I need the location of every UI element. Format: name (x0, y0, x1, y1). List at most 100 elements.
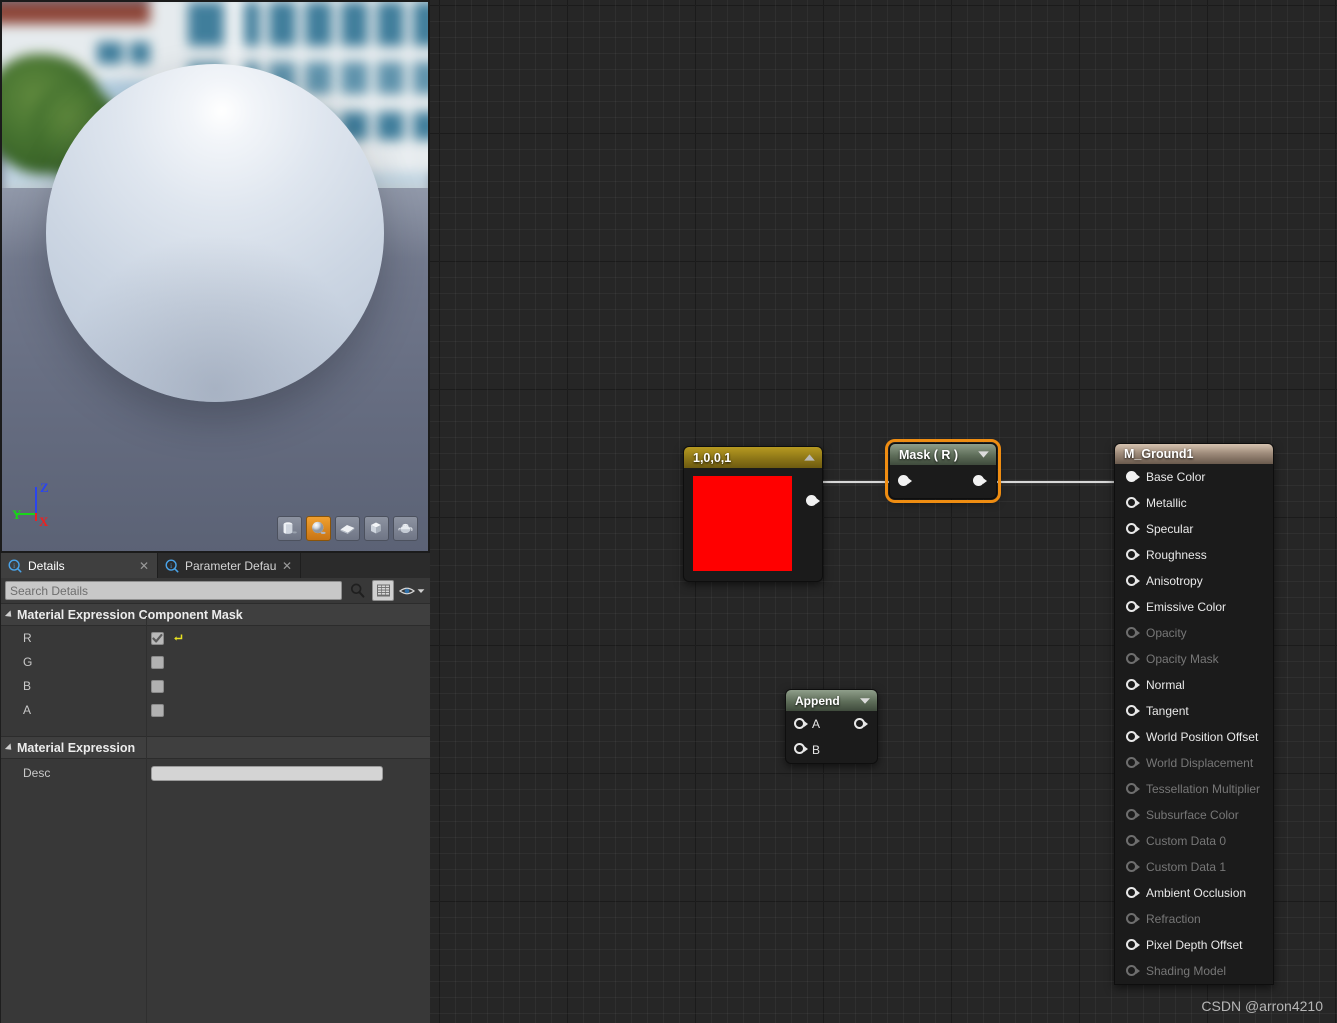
material-pin-tessellation-multiplier[interactable]: Tessellation Multiplier (1115, 776, 1273, 802)
material-pin-normal[interactable]: Normal (1115, 672, 1273, 698)
property-label-a: A (23, 703, 32, 717)
node-mask-title: Mask ( R ) (899, 447, 959, 462)
collapse-triangle-icon (4, 609, 15, 620)
chevron-down-icon[interactable] (859, 697, 871, 705)
details-tab-strip[interactable]: i Details ✕ i Parameter Defaults ✕ (1, 553, 430, 578)
tab-parameter-defaults-close-icon[interactable]: ✕ (282, 559, 292, 573)
node-append[interactable]: Append A B (785, 689, 878, 764)
mask-input-pin[interactable] (898, 475, 912, 488)
cylinder-shape-button[interactable] (277, 516, 302, 541)
input-pin[interactable] (1126, 574, 1140, 588)
cube-icon (371, 522, 381, 534)
append-row-b[interactable]: B (786, 737, 877, 763)
input-pin[interactable] (1126, 652, 1140, 666)
teapot-shape-button[interactable] (393, 516, 418, 541)
details-info-icon: i (8, 559, 22, 572)
search-details-input[interactable]: Search Details (5, 581, 342, 600)
material-pin-metallic[interactable]: Metallic (1115, 490, 1273, 516)
material-pin-refraction[interactable]: Refraction (1115, 906, 1273, 932)
tab-details-close-icon[interactable]: ✕ (139, 559, 149, 573)
svg-text:i: i (13, 561, 15, 569)
append-input-pin-a[interactable] (794, 718, 808, 731)
input-pin[interactable] (1126, 964, 1140, 978)
material-pin-custom-data-1[interactable]: Custom Data 1 (1115, 854, 1273, 880)
material-pin-emissive-color[interactable]: Emissive Color (1115, 594, 1273, 620)
desc-input[interactable] (151, 765, 383, 781)
tab-parameter-defaults[interactable]: i Parameter Defaults ✕ (158, 553, 301, 578)
node-material-output[interactable]: M_Ground1 Base Color Metallic Specular Roug… (1114, 443, 1274, 985)
search-icon-button[interactable] (346, 580, 368, 601)
input-pin[interactable] (1126, 522, 1140, 536)
material-pin-label: Roughness (1146, 548, 1207, 562)
chevron-up-icon[interactable] (803, 453, 816, 462)
chevron-down-icon[interactable] (977, 450, 990, 459)
material-pin-shading-model[interactable]: Shading Model (1115, 958, 1273, 984)
plane-shape-button[interactable] (335, 516, 360, 541)
append-input-pin-b[interactable] (794, 743, 808, 756)
node-mask-header[interactable]: Mask ( R ) (890, 444, 996, 465)
material-pin-specular[interactable]: Specular (1115, 516, 1273, 542)
input-pin[interactable] (1126, 548, 1140, 562)
reset-to-default-icon[interactable] (172, 632, 184, 644)
node-component-mask[interactable]: Mask ( R ) (885, 439, 1001, 503)
material-pin-opacity[interactable]: Opacity (1115, 620, 1273, 646)
property-row-desc[interactable]: Desc (1, 759, 430, 787)
constant-color-swatch[interactable] (693, 476, 792, 571)
node-constant-header[interactable]: 1,0,0,1 (684, 447, 822, 468)
material-preview-viewport[interactable]: Z Y X (0, 0, 430, 553)
cube-shape-button[interactable] (364, 516, 389, 541)
append-row-a[interactable]: A (786, 711, 877, 737)
property-row-g[interactable]: G (1, 650, 430, 674)
material-pin-label: Metallic (1146, 496, 1187, 510)
append-output-pin[interactable] (854, 718, 868, 731)
node-constant-color[interactable]: 1,0,0,1 (683, 446, 823, 582)
checkbox-b[interactable] (151, 679, 164, 693)
input-pin[interactable] (1126, 730, 1140, 744)
input-pin[interactable] (1126, 496, 1140, 510)
view-options-button[interactable] (398, 580, 426, 601)
preview-shape-toolbar[interactable] (277, 516, 418, 541)
material-pin-opacity-mask[interactable]: Opacity Mask (1115, 646, 1273, 672)
input-pin[interactable] (1126, 912, 1140, 926)
section-material-expression-component-mask[interactable]: Material Expression Component Mask (1, 603, 430, 626)
tab-details[interactable]: i Details ✕ (1, 553, 158, 578)
preview-sphere-mesh[interactable] (46, 64, 384, 402)
material-graph-canvas[interactable]: 1,0,0,1 Mask (R) Append A B M_Ground1 … (430, 0, 1337, 1023)
property-row-a[interactable]: A (1, 698, 430, 722)
input-pin[interactable] (1126, 808, 1140, 822)
input-pin[interactable] (1126, 886, 1140, 900)
material-pin-base-color[interactable]: Base Color (1115, 464, 1273, 490)
column-view-toggle-button[interactable] (372, 580, 394, 601)
input-pin[interactable] (1126, 782, 1140, 796)
material-pin-tangent[interactable]: Tangent (1115, 698, 1273, 724)
input-pin[interactable] (1126, 470, 1140, 484)
material-pin-roughness[interactable]: Roughness (1115, 542, 1273, 568)
material-pin-anisotropy[interactable]: Anisotropy (1115, 568, 1273, 594)
input-pin[interactable] (1126, 834, 1140, 848)
material-pin-ambient-occlusion[interactable]: Ambient Occlusion (1115, 880, 1273, 906)
sphere-shape-button[interactable] (306, 516, 331, 541)
checkbox-a[interactable] (151, 703, 164, 717)
input-pin[interactable] (1126, 756, 1140, 770)
node-material-header[interactable]: M_Ground1 (1115, 444, 1273, 464)
input-pin[interactable] (1126, 626, 1140, 640)
property-row-r[interactable]: R (1, 626, 430, 650)
input-pin[interactable] (1126, 600, 1140, 614)
material-pin-custom-data-0[interactable]: Custom Data 0 (1115, 828, 1273, 854)
material-pin-pixel-depth-offset[interactable]: Pixel Depth Offset (1115, 932, 1273, 958)
checkbox-r[interactable] (151, 631, 164, 645)
section-material-expression[interactable]: Material Expression (1, 736, 430, 759)
node-append-header[interactable]: Append (786, 690, 877, 711)
material-pin-world-displacement[interactable]: World Displacement (1115, 750, 1273, 776)
input-pin[interactable] (1126, 704, 1140, 718)
property-row-b[interactable]: B (1, 674, 430, 698)
checkbox-g[interactable] (151, 655, 164, 669)
constant-output-pin[interactable] (806, 495, 820, 508)
input-pin[interactable] (1126, 678, 1140, 692)
input-pin[interactable] (1126, 938, 1140, 952)
input-pin[interactable] (1126, 860, 1140, 874)
material-pin-world-position-offset[interactable]: World Position Offset (1115, 724, 1273, 750)
material-pin-subsurface-color[interactable]: Subsurface Color (1115, 802, 1273, 828)
x-axis-line (35, 513, 37, 521)
mask-output-pin[interactable] (973, 475, 987, 488)
